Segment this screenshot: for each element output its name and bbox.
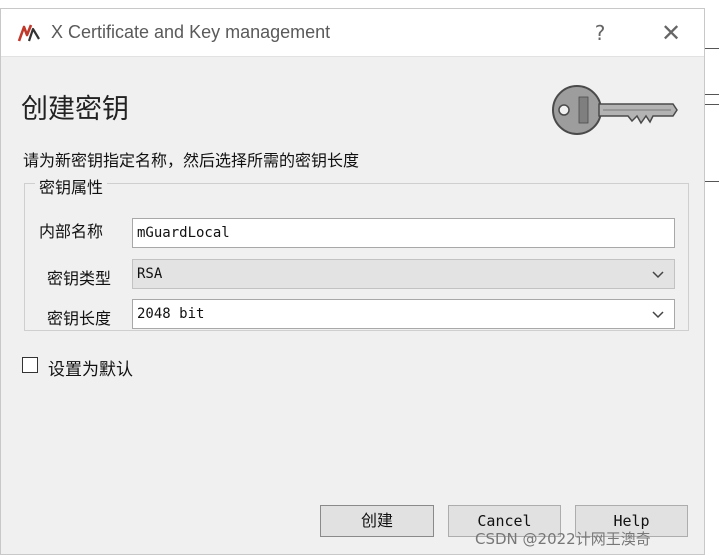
key-icon <box>552 85 678 135</box>
key-size-label: 密钥长度 <box>47 309 112 328</box>
key-properties-group: 密钥属性 内部名称 mGuardLocal 密钥类型 RSA 密钥长度 2048… <box>24 174 689 331</box>
name-input-value: mGuardLocal <box>137 225 230 241</box>
create-button[interactable]: 创建 <box>320 505 434 537</box>
page-title: 创建密钥 <box>21 94 129 125</box>
watermark: CSDN @2022计网王澳奇 <box>475 530 651 548</box>
key-size-select[interactable]: 2048 bit <box>132 299 675 329</box>
xca-app-icon <box>17 24 40 42</box>
name-input[interactable]: mGuardLocal <box>132 218 675 248</box>
name-label: 内部名称 <box>39 222 104 241</box>
group-legend: 密钥属性 <box>35 174 108 198</box>
set-default-label: 设置为默认 <box>48 360 133 380</box>
window-title: X Certificate and Key management <box>51 22 331 42</box>
background-line <box>705 104 719 105</box>
close-icon[interactable]: ✕ <box>654 19 688 47</box>
key-type-select[interactable]: RSA <box>132 259 675 289</box>
background-line <box>705 48 719 49</box>
key-size-value: 2048 bit <box>137 306 205 322</box>
chevron-down-icon <box>652 311 664 319</box>
chevron-down-icon <box>652 271 664 279</box>
key-type-label: 密钥类型 <box>47 269 112 288</box>
key-type-value: RSA <box>137 266 163 282</box>
checkbox-icon[interactable] <box>22 357 38 373</box>
title-bar[interactable]: X Certificate and Key management ? ✕ <box>1 9 704 57</box>
background-line <box>705 181 719 182</box>
create-key-dialog: X Certificate and Key management ? ✕ 创建密… <box>0 8 705 555</box>
help-icon[interactable]: ? <box>583 19 617 47</box>
background-line <box>705 94 719 95</box>
background-window-edge <box>705 0 719 555</box>
description-text: 请为新密钥指定名称，然后选择所需的密钥长度 <box>23 151 360 170</box>
